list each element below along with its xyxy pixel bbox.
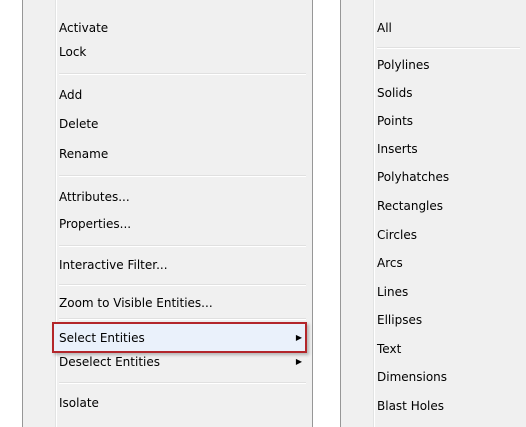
highlight-box	[52, 322, 307, 353]
submenu-item-blast-holes[interactable]: Blast Holes	[374, 395, 524, 417]
menu-item-interactive-filter[interactable]: Interactive Filter...	[56, 254, 310, 276]
submenu-item-circles[interactable]: Circles	[374, 224, 524, 246]
submenu-item-polyhatches[interactable]: Polyhatches	[374, 166, 524, 188]
menu-item-lock[interactable]: Lock	[56, 41, 310, 63]
submenu-item-dimensions[interactable]: Dimensions	[374, 366, 524, 388]
menu-separator	[59, 245, 306, 247]
menu-separator	[59, 318, 306, 320]
submenu-arrow-icon: ▶	[295, 357, 302, 366]
submenu-item-rectangles[interactable]: Rectangles	[374, 195, 524, 217]
submenu-item-polylines[interactable]: Polylines	[374, 54, 524, 76]
menu-separator	[377, 47, 520, 49]
submenu-item-arcs[interactable]: Arcs	[374, 252, 524, 274]
menu-separator	[59, 284, 306, 286]
menu-separator	[59, 382, 306, 384]
menu-item-deselect-entities[interactable]: Deselect Entities ▶	[56, 351, 310, 373]
menu-item-properties[interactable]: Properties...	[56, 213, 310, 235]
menu-item-delete[interactable]: Delete	[56, 113, 310, 135]
context-menu: Activate Lock Add Delete Rename Attribut…	[22, 0, 313, 427]
menu-item-attributes[interactable]: Attributes...	[56, 186, 310, 208]
submenu-item-lines[interactable]: Lines	[374, 281, 524, 303]
menu-separator	[59, 175, 306, 177]
submenu-item-inserts[interactable]: Inserts	[374, 138, 524, 160]
submenu-item-solids[interactable]: Solids	[374, 82, 524, 104]
menu-item-activate[interactable]: Activate	[56, 17, 310, 39]
submenu-item-ellipses[interactable]: Ellipses	[374, 309, 524, 331]
submenu-item-points[interactable]: Points	[374, 110, 524, 132]
menu-separator	[59, 73, 306, 75]
submenu-item-text[interactable]: Text	[374, 338, 524, 360]
menu-item-rename[interactable]: Rename	[56, 143, 310, 165]
menu-item-add[interactable]: Add	[56, 84, 310, 106]
entities-submenu: All Polylines Solids Points Inserts Poly…	[340, 0, 526, 427]
menu-item-isolate[interactable]: Isolate	[56, 392, 310, 414]
submenu-item-all[interactable]: All	[374, 17, 524, 39]
menu-item-zoom-to-visible-entities[interactable]: Zoom to Visible Entities...	[56, 292, 310, 314]
menu-item-label: Deselect Entities	[59, 355, 160, 369]
